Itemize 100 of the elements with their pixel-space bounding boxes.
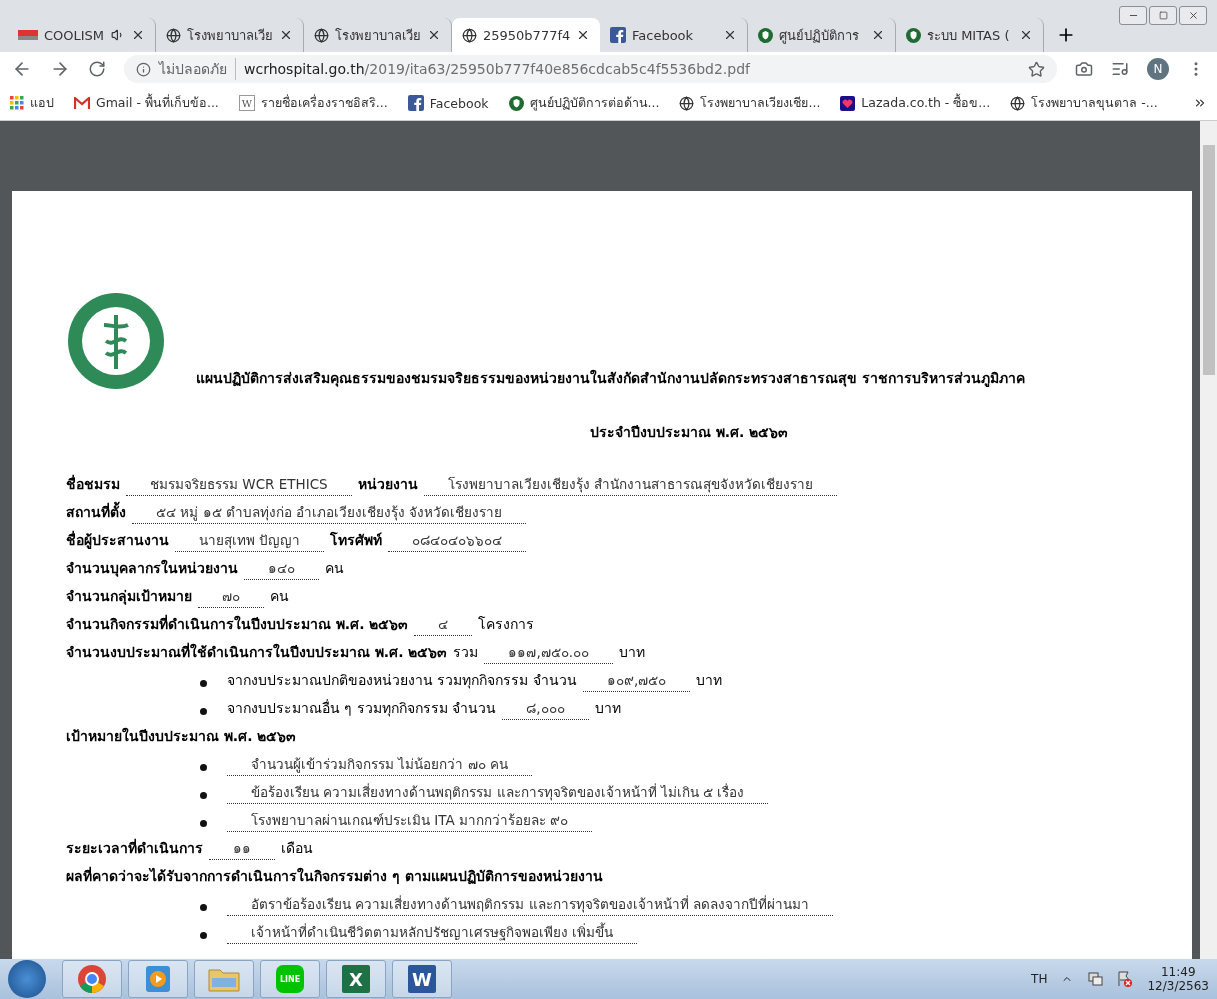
close-icon[interactable] <box>279 28 293 42</box>
emblem-icon <box>66 291 166 391</box>
field-value: โรงพยาบาลเวียงเชียงรุ้ง สำนักงานสาธารณสุขจังหวัดเชียงราย <box>423 473 837 496</box>
field-value: โรงพยาบาลผ่านเกณฑ์ประเมิน ITA มากกว่าร้อยละ ๙๐ <box>227 809 593 832</box>
bookmark-link[interactable]: Facebook <box>407 95 489 111</box>
language-indicator[interactable]: TH <box>1031 972 1048 986</box>
bookmark-link[interactable]: Lazada.co.th - ซื้อข... <box>840 93 991 113</box>
bullet-icon <box>200 903 207 911</box>
field-label: จำนวนงบประมาณที่ใช้ดำเนินการในปีงบประมาณ พ.ศ. ๒๕๖๓ <box>66 641 448 662</box>
field-value: ๔ <box>414 613 473 636</box>
bullet-icon <box>200 931 207 939</box>
bullet-icon <box>200 791 207 799</box>
more-bookmarks-icon[interactable] <box>1193 96 1207 110</box>
field-value: ๕๔ หมู่ ๑๕ ตำบลทุ่งก่อ อำเภอเวียงเชียงรุ้ง จังหวัดเชียงราย <box>132 501 527 524</box>
bookmark-link[interactable]: โรงพยาบาลขุนตาล -... <box>1010 93 1158 113</box>
field-value: จำนวนผู้เข้าร่วมกิจกรรม ไม่น้อยกว่า ๗๐ คน <box>227 753 532 776</box>
clock[interactable]: 11:49 12/3/2563 <box>1147 965 1209 993</box>
facebook-icon <box>610 27 626 43</box>
shield-icon <box>758 27 773 43</box>
restore-button[interactable] <box>1149 6 1177 25</box>
play-icon[interactable] <box>146 966 170 992</box>
field-label: จำนวนกิจกรรมที่ดำเนินการในปีงบประมาณ พ.ศ. ๒๕๖๓ <box>66 613 409 634</box>
field-label: หน่วยงาน <box>357 475 418 494</box>
profile-avatar[interactable]: N <box>1147 58 1169 80</box>
field-value: ๑๑๗,๗๕๐.๐๐ <box>484 641 613 664</box>
star-icon[interactable] <box>1028 60 1045 78</box>
field-label: ผลที่คาดว่าจะได้รับจากการดำเนินการในกิจกรรมต่าง ๆ ตามแผนปฏิบัติการของหน่วยงาน <box>66 865 603 887</box>
field-label: โทรศัพท์ <box>330 530 383 550</box>
bookmark-link[interactable]: โรงพยาบาลเวียงเชีย... <box>679 93 821 113</box>
facebook-icon <box>407 95 424 111</box>
bullet-icon <box>200 763 207 771</box>
close-icon[interactable] <box>723 28 737 42</box>
media-control-icon[interactable] <box>1111 60 1129 78</box>
shield-icon <box>906 27 921 43</box>
globe-icon <box>462 27 477 43</box>
close-icon[interactable] <box>427 28 441 42</box>
browser-icon[interactable] <box>77 964 107 994</box>
field-label: ชื่อชมรม <box>66 473 120 494</box>
close-icon <box>1187 10 1199 21</box>
field-label: เป้าหมายในปีงบประมาณ พ.ศ. ๒๕๖๓ <box>66 726 297 746</box>
restore-icon <box>1158 11 1168 20</box>
field-value: ๑๑ <box>209 837 275 860</box>
field-value: เจ้าหน้าที่ดำเนินชีวิตตามหลักปรัชญาเศรษฐกิจพอเพียง เพิ่มขึ้น <box>227 921 638 944</box>
shield-icon <box>508 95 524 111</box>
text: จากงบประมาณปกติของหน่วยงาน รวมทุกกิจกรรม จำนวน <box>227 671 577 691</box>
close-icon[interactable] <box>871 28 885 42</box>
bookmark-link[interactable]: ศูนย์ปฏิบัติการต่อด้าน... <box>508 93 660 113</box>
close-icon[interactable] <box>1019 28 1033 42</box>
apps-grid-icon <box>10 96 24 110</box>
text: รวม <box>453 643 479 662</box>
address-field[interactable]: ไม่ปลอดภัย wcrhospital.go.th/2019/ita63/25950b777f40e856cdcab5c4f5536bd2.pdf <box>124 55 1057 83</box>
globe-icon <box>679 95 695 111</box>
field-label: ชื่อผู้ประสานงาน <box>66 529 169 551</box>
bullet-icon <box>200 819 207 827</box>
bookmark-link[interactable]: W รายชื่อเครื่องราชอิสริ... <box>238 93 388 113</box>
letter-icon: W <box>238 95 255 111</box>
spreadsheet-icon[interactable]: X <box>342 965 370 993</box>
globe-icon <box>166 27 181 43</box>
minimize-button[interactable] <box>1119 6 1147 25</box>
text: บาท <box>594 699 621 718</box>
text: โครงการ <box>478 615 535 634</box>
logo-icon <box>18 30 38 40</box>
bookmark-link[interactable]: Gmail - พื้นที่เก็บข้อ... <box>74 93 219 113</box>
field-value: อัตราข้อร้องเรียน ความเสี่ยงทางด้านพฤติกรรม และการทุจริตของเจ้าหน้าที่ ลดลงจากปีที่ผ่านมา <box>227 893 833 916</box>
field-label: ระยะเวลาที่ดำเนินการ <box>66 837 203 858</box>
field-value: ข้อร้องเรียน ความเสี่ยงทางด้านพฤติกรรม และการทุจริตของเจ้าหน้าที่ ไม่เกิน ๕ เรื่อง <box>227 781 769 804</box>
scrollbar[interactable] <box>1200 121 1217 959</box>
text: บาท <box>619 643 645 662</box>
close-button[interactable] <box>1179 6 1207 25</box>
text: คน <box>325 559 344 578</box>
flag-warning-icon[interactable] <box>1117 971 1134 987</box>
camera-icon[interactable] <box>1075 60 1093 78</box>
document-subtitle: ประจำปีงบประมาณ พ.ศ. ๒๕๖๓ <box>588 423 790 442</box>
text: จากงบประมาณอื่น ๆ รวมทุกกิจกรรม จำนวน <box>227 698 497 719</box>
field-value: ชมรมจริยธรรม WCR ETHICS <box>126 473 352 496</box>
text: เดือน <box>281 839 313 858</box>
reload-icon[interactable] <box>88 60 106 78</box>
close-icon[interactable] <box>576 28 590 42</box>
text: บาท <box>696 671 723 690</box>
network-icon[interactable] <box>1087 971 1104 987</box>
bullet-icon <box>200 707 207 715</box>
field-value: นายสุเทพ ปัญญา <box>175 529 325 552</box>
field-label: จำนวนกลุ่มเป้าหมาย <box>66 587 192 607</box>
globe-icon <box>1010 95 1026 111</box>
close-icon[interactable] <box>131 28 145 42</box>
start-button[interactable] <box>8 960 46 998</box>
field-value: ๑๐๙,๗๕๐ <box>582 669 691 692</box>
field-value: ๑๔๐ <box>244 557 319 580</box>
field-value: ๘,๐๐๐ <box>502 697 589 720</box>
document-title: แผนปฏิบัติการส่งเสริมคุณธรรมของชมรมจริยธรรมของหน่วยงานในสังกัดสำนักงานปลัดกระทรวงสาธารณสุข ราชการบริหารส่วนภูมิภาค <box>196 368 1025 389</box>
document-icon[interactable]: W <box>408 965 436 993</box>
field-label: สถานที่ตั้ง <box>66 501 126 523</box>
bookmark-link[interactable]: แอป <box>10 93 54 113</box>
field-value: ๗๐ <box>198 585 264 608</box>
globe-icon <box>314 27 329 43</box>
info-icon[interactable] <box>136 61 151 77</box>
text: คน <box>270 587 289 606</box>
browser-tab[interactable]: 25950b777f4 <box>452 18 600 52</box>
field-label: จำนวนบุคลากรในหน่วยงาน <box>66 558 238 579</box>
mail-icon <box>74 97 90 109</box>
